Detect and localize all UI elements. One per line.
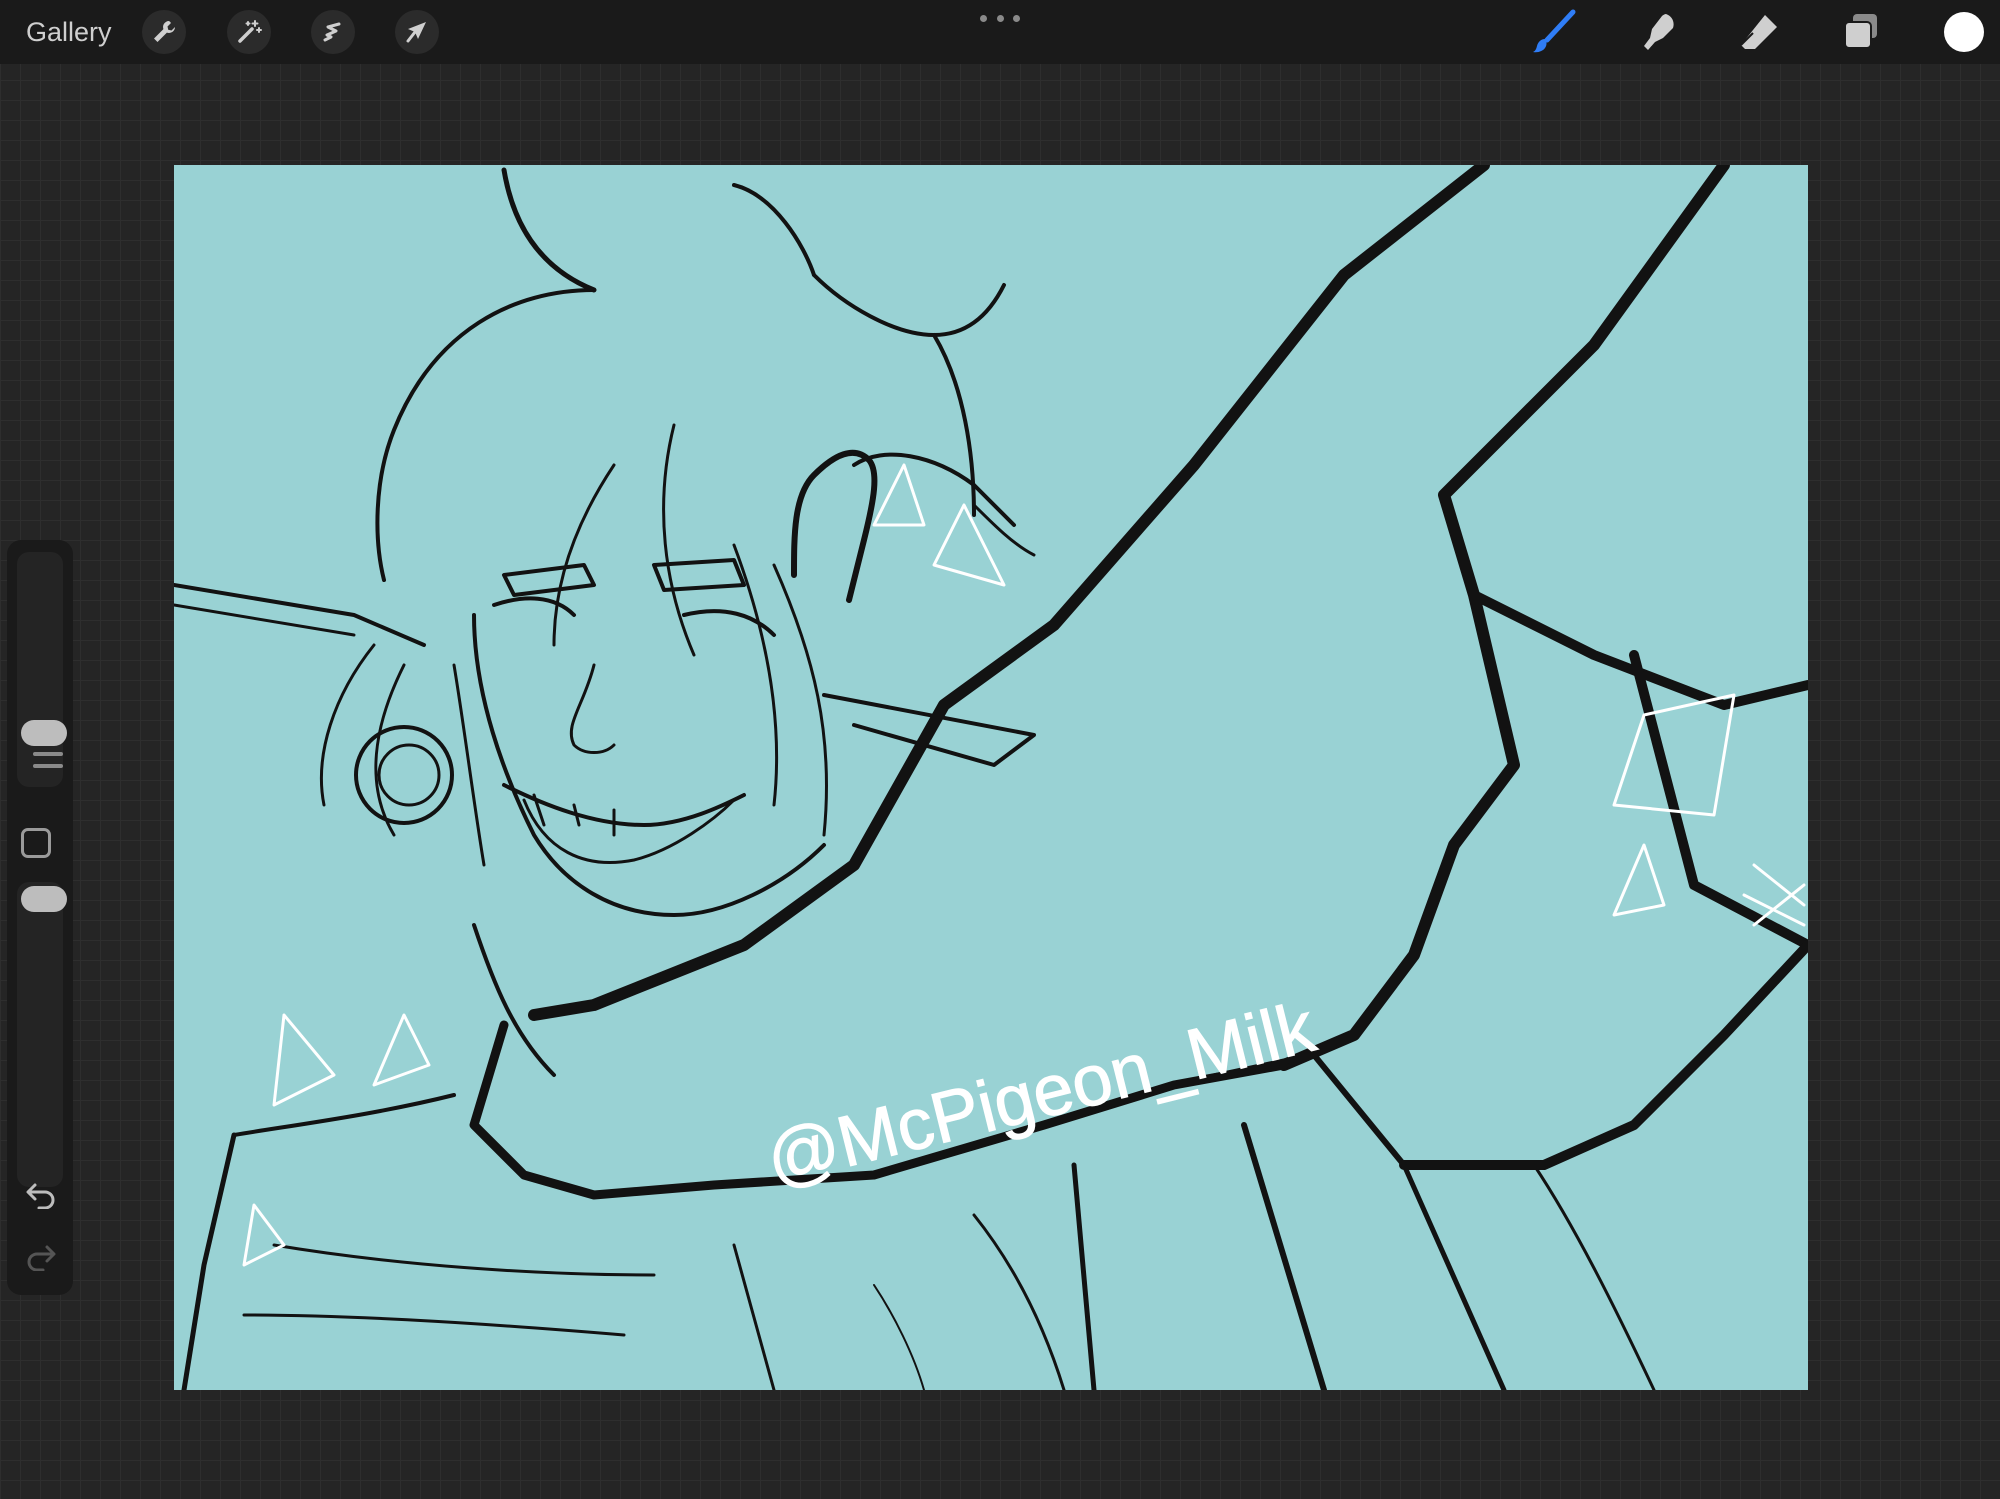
brush-button[interactable] <box>1530 8 1578 56</box>
brush-size-thumb[interactable] <box>21 720 67 746</box>
undo-button[interactable] <box>21 1176 61 1212</box>
opacity-thumb[interactable] <box>21 886 67 912</box>
undo-icon <box>26 1183 55 1209</box>
redo-button[interactable] <box>21 1238 61 1274</box>
smudge-finger-icon <box>1644 14 1674 50</box>
brush-icon <box>1533 9 1576 53</box>
drawing-canvas[interactable]: @McPigeon_Milk <box>174 165 1808 1390</box>
adjustments-button[interactable] <box>227 10 271 54</box>
selection-s-icon <box>323 22 341 42</box>
color-picker-swatch[interactable] <box>1944 12 1984 52</box>
slider-grip <box>33 752 63 756</box>
square-modify-icon[interactable] <box>21 828 51 858</box>
eraser-button[interactable] <box>1735 8 1783 56</box>
magic-wand-icon <box>238 20 262 43</box>
artwork-lineart: @McPigeon_Milk <box>174 165 1808 1390</box>
opacity-slider[interactable] <box>17 882 67 1187</box>
left-sidebar <box>7 540 73 1295</box>
redo-icon <box>27 1245 56 1271</box>
arrow-cursor-icon <box>406 22 426 43</box>
more-dots-icon[interactable] <box>980 8 1020 28</box>
slider-grip <box>33 764 63 768</box>
smudge-button[interactable] <box>1634 8 1682 56</box>
wrench-icon <box>154 21 175 42</box>
gallery-button[interactable]: Gallery <box>26 14 112 50</box>
layers-button[interactable] <box>1837 8 1885 56</box>
transform-button[interactable] <box>395 10 439 54</box>
selection-button[interactable] <box>311 10 355 54</box>
brush-size-slider[interactable] <box>17 552 67 787</box>
eraser-icon <box>1740 15 1777 49</box>
top-toolbar: Gallery <box>0 0 2000 64</box>
watermark-text: @McPigeon_Milk <box>759 987 1324 1201</box>
layers-icon <box>1844 14 1877 49</box>
actions-button[interactable] <box>142 10 186 54</box>
